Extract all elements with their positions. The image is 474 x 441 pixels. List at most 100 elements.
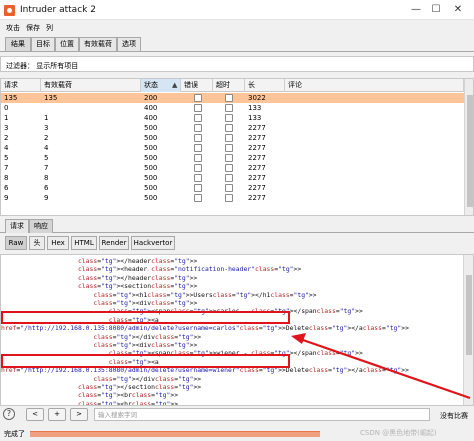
error-checkbox[interactable] bbox=[194, 144, 202, 152]
error-checkbox[interactable] bbox=[194, 114, 202, 122]
progress-fill bbox=[30, 431, 320, 437]
cell-status: 400 bbox=[144, 104, 158, 112]
tab-hackvertor[interactable]: Hackvertor bbox=[131, 236, 175, 250]
table-row[interactable]: 0 400 133 bbox=[1, 103, 464, 113]
tab-target[interactable]: 目标 bbox=[31, 37, 55, 51]
table-row[interactable]: 9 9 500 2277 bbox=[1, 193, 464, 203]
timeout-checkbox[interactable] bbox=[225, 104, 233, 112]
cell-length: 133 bbox=[248, 104, 262, 112]
error-checkbox[interactable] bbox=[194, 154, 202, 162]
tab-response[interactable]: 响应 bbox=[29, 219, 53, 233]
table-scrollbar[interactable] bbox=[464, 79, 473, 215]
timeout-checkbox[interactable] bbox=[225, 94, 233, 102]
cell-comment bbox=[285, 163, 288, 173]
tab-raw[interactable]: Raw bbox=[5, 236, 27, 250]
cell-comment bbox=[285, 143, 288, 153]
error-checkbox[interactable] bbox=[194, 94, 202, 102]
cell-payload: 7 bbox=[44, 164, 49, 172]
next-button[interactable]: > bbox=[70, 408, 88, 421]
error-checkbox[interactable] bbox=[194, 194, 202, 202]
table-row[interactable]: 1 1 400 133 bbox=[1, 113, 464, 123]
table-row[interactable]: 4 4 500 2277 bbox=[1, 143, 464, 153]
timeout-checkbox[interactable] bbox=[225, 164, 233, 172]
tab-positions[interactable]: 位置 bbox=[55, 37, 79, 51]
timeout-checkbox[interactable] bbox=[225, 174, 233, 182]
cell-payload: 1 bbox=[44, 114, 49, 122]
cell-length: 133 bbox=[248, 114, 262, 122]
cell-status: 500 bbox=[144, 194, 158, 202]
search-bar: ? < + > 没有比赛 bbox=[0, 406, 474, 422]
cell-request: 2 bbox=[4, 134, 9, 142]
timeout-checkbox[interactable] bbox=[225, 184, 233, 192]
cell-status: 500 bbox=[144, 144, 158, 152]
col-payload[interactable]: 有效载荷 bbox=[41, 79, 141, 92]
table-row[interactable]: 135 135 200 3022 bbox=[1, 93, 464, 103]
col-comment[interactable]: 评论 bbox=[285, 79, 464, 92]
help-icon[interactable]: ? bbox=[3, 408, 15, 420]
error-checkbox[interactable] bbox=[194, 124, 202, 132]
error-checkbox[interactable] bbox=[194, 184, 202, 192]
cell-status: 500 bbox=[144, 184, 158, 192]
tab-html[interactable]: HTML bbox=[71, 236, 97, 250]
cell-comment bbox=[285, 173, 288, 183]
tab-options[interactable]: 选项 bbox=[117, 37, 141, 51]
table-row[interactable]: 6 6 500 2277 bbox=[1, 183, 464, 193]
cell-payload: 135 bbox=[44, 94, 58, 102]
table-row[interactable]: 7 7 500 2277 bbox=[1, 163, 464, 173]
window-title: Intruder attack 2 bbox=[20, 5, 96, 15]
timeout-checkbox[interactable] bbox=[225, 114, 233, 122]
response-editor[interactable]: class="tg"></headerclass="tg">> class="t… bbox=[0, 254, 474, 406]
tab-request[interactable]: 请求 bbox=[5, 219, 29, 233]
table-row[interactable]: 2 2 500 2277 bbox=[1, 133, 464, 143]
error-checkbox[interactable] bbox=[194, 134, 202, 142]
error-checkbox[interactable] bbox=[194, 174, 202, 182]
timeout-checkbox[interactable] bbox=[225, 134, 233, 142]
tab-headers[interactable]: 头 bbox=[29, 236, 45, 250]
editor-scrollbar-thumb[interactable] bbox=[466, 275, 472, 355]
table-row[interactable]: 8 8 500 2277 bbox=[1, 173, 464, 183]
cell-payload: 4 bbox=[44, 144, 49, 152]
timeout-checkbox[interactable] bbox=[225, 194, 233, 202]
menu-columns[interactable]: 列 bbox=[46, 23, 53, 33]
previous-button[interactable]: < bbox=[26, 408, 44, 421]
cell-length: 2277 bbox=[248, 194, 266, 202]
menu-save[interactable]: 保存 bbox=[26, 23, 40, 33]
add-button[interactable]: + bbox=[48, 408, 66, 421]
tab-hex[interactable]: Hex bbox=[47, 236, 69, 250]
tabs-divider bbox=[0, 51, 474, 52]
error-checkbox[interactable] bbox=[194, 164, 202, 172]
highlight-box-wiener bbox=[1, 354, 290, 368]
cell-status: 500 bbox=[144, 164, 158, 172]
table-row[interactable]: 3 3 500 2277 bbox=[1, 123, 464, 133]
cell-comment bbox=[285, 153, 288, 163]
error-checkbox[interactable] bbox=[194, 104, 202, 112]
cell-status: 500 bbox=[144, 174, 158, 182]
cell-request: 4 bbox=[4, 144, 9, 152]
title-bar: Intruder attack 2 — ☐ ✕ bbox=[0, 0, 474, 20]
cell-payload bbox=[41, 103, 44, 113]
table-scrollbar-thumb[interactable] bbox=[467, 95, 473, 207]
timeout-checkbox[interactable] bbox=[225, 124, 233, 132]
cell-request: 135 bbox=[4, 94, 18, 102]
cell-payload: 9 bbox=[44, 194, 49, 202]
timeout-checkbox[interactable] bbox=[225, 144, 233, 152]
cell-payload: 5 bbox=[44, 154, 49, 162]
tab-render[interactable]: Render bbox=[99, 236, 129, 250]
search-input[interactable] bbox=[94, 408, 430, 421]
col-length[interactable]: 长 bbox=[245, 79, 285, 92]
table-row[interactable]: 5 5 500 2277 bbox=[1, 153, 464, 163]
col-error[interactable]: 错误 bbox=[181, 79, 213, 92]
cell-request: 7 bbox=[4, 164, 9, 172]
cell-request: 0 bbox=[4, 104, 9, 112]
timeout-checkbox[interactable] bbox=[225, 154, 233, 162]
menu-attack[interactable]: 攻击 bbox=[6, 23, 20, 33]
filter-bar[interactable]: 过滤器： 显示所有项目 bbox=[0, 56, 474, 72]
tab-payloads[interactable]: 有效载荷 bbox=[79, 37, 117, 51]
cell-request: 1 bbox=[4, 114, 9, 122]
close-button[interactable]: ✕ bbox=[444, 2, 472, 18]
cell-payload: 2 bbox=[44, 134, 49, 142]
col-timeout[interactable]: 超时 bbox=[213, 79, 245, 92]
editor-scrollbar[interactable] bbox=[463, 255, 473, 405]
col-request[interactable]: 请求 bbox=[1, 79, 41, 92]
tab-results[interactable]: 结果 bbox=[5, 37, 31, 51]
